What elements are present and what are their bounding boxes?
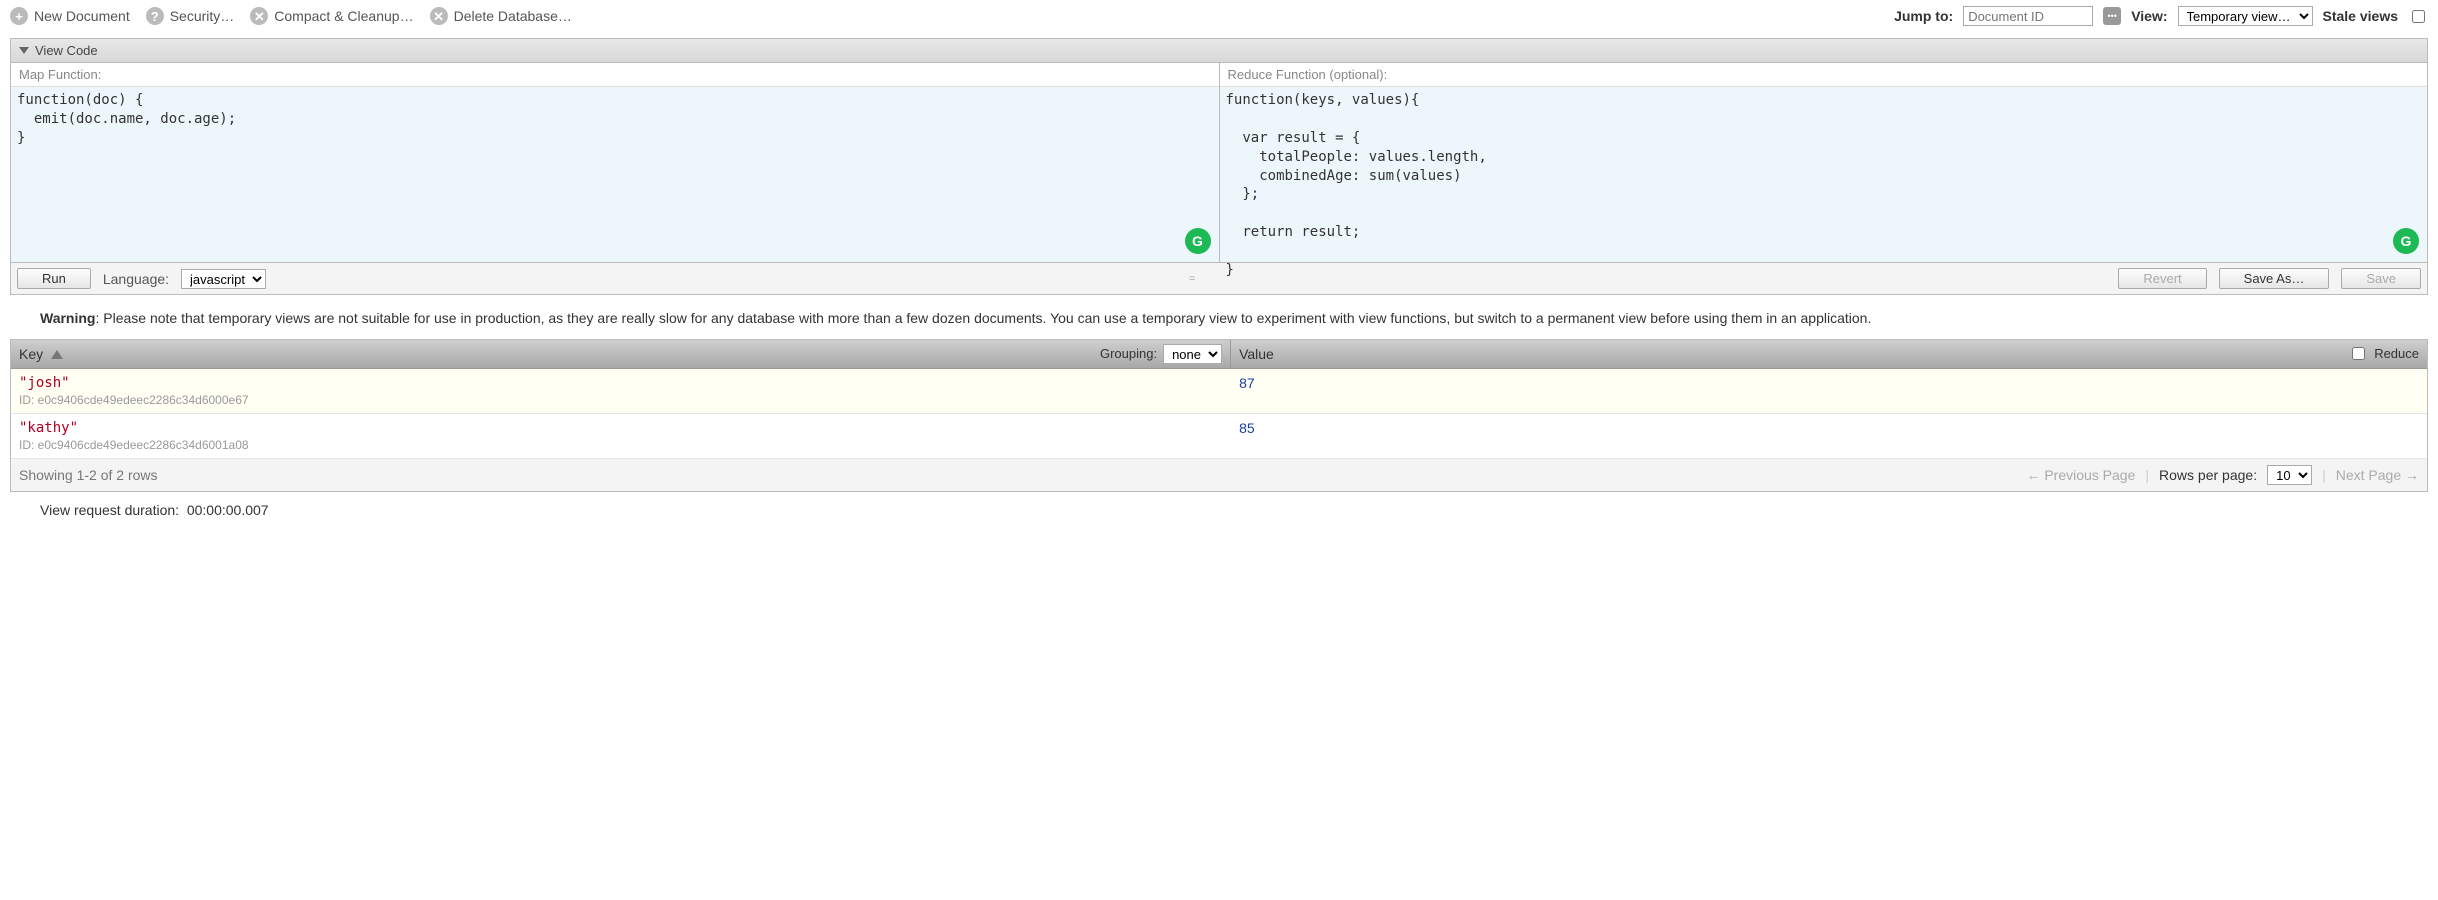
view-code-panel: View Code Map Function: function(doc) { …: [10, 38, 2428, 295]
temp-view-warning: Warning: Please note that temporary view…: [0, 295, 2438, 339]
chevron-down-icon: [19, 47, 29, 54]
previous-page-link[interactable]: ← Previous Page: [2026, 467, 2135, 483]
row-key: "josh": [19, 375, 1223, 391]
security-label: Security…: [170, 8, 235, 24]
cell-key: "josh" ID: e0c9406cde49edeec2286c34d6000e…: [11, 369, 1231, 413]
editor-row: Map Function: function(doc) { emit(doc.n…: [11, 63, 2427, 262]
duration-label: View request duration:: [40, 502, 179, 518]
next-page-link[interactable]: Next Page →: [2336, 467, 2419, 483]
jump-to-label: Jump to:: [1894, 8, 1953, 24]
map-code-area[interactable]: function(doc) { emit(doc.name, doc.age);…: [11, 87, 1219, 262]
rows-container: "josh" ID: e0c9406cde49edeec2286c34d6000e…: [11, 369, 2427, 459]
language-select[interactable]: javascript: [181, 269, 266, 289]
table-row[interactable]: "kathy" ID: e0c9406cde49edeec2286c34d6001…: [11, 414, 2427, 459]
delete-label: Delete Database…: [454, 8, 572, 24]
reduce-checkbox[interactable]: [2352, 347, 2365, 360]
row-id: ID: e0c9406cde49edeec2286c34d6001a08: [19, 438, 1223, 452]
map-code: function(doc) { emit(doc.name, doc.age);…: [11, 87, 1219, 152]
warning-label: Warning: [40, 310, 95, 326]
grouping-label: Grouping:: [1100, 346, 1157, 361]
toolbar-right: Jump to: ••• View: Temporary view… Stale…: [1894, 6, 2428, 26]
key-header-label: Key: [19, 346, 43, 362]
view-select[interactable]: Temporary view…: [2178, 6, 2313, 26]
results-panel: Key Grouping: none Value Reduce "josh" ID…: [10, 339, 2428, 492]
reduce-column: Reduce Function (optional): function(key…: [1219, 63, 2428, 262]
view-code-toggle[interactable]: View Code: [11, 39, 2427, 63]
grouping-select[interactable]: none: [1163, 344, 1222, 364]
map-function-label: Map Function:: [11, 63, 1219, 87]
key-column-header[interactable]: Key Grouping: none: [11, 340, 1231, 368]
grammarly-icon[interactable]: G: [1185, 228, 1211, 254]
pager-separator: |: [2145, 467, 2149, 483]
value-column-header: Value Reduce: [1231, 340, 2427, 368]
results-footer: Showing 1-2 of 2 rows ← Previous Page | …: [11, 459, 2427, 491]
rows-per-page-label: Rows per page:: [2159, 467, 2257, 483]
plus-icon: +: [10, 7, 28, 25]
table-row[interactable]: "josh" ID: e0c9406cde49edeec2286c34d6000e…: [11, 369, 2427, 414]
delete-icon: ✕: [430, 7, 448, 25]
sort-asc-icon: [51, 350, 63, 359]
reduce-code-area[interactable]: function(keys, values){ var result = { t…: [1220, 87, 2428, 262]
new-document-label: New Document: [34, 8, 130, 24]
security-icon: ?: [146, 7, 164, 25]
showing-rows-label: Showing 1-2 of 2 rows: [19, 467, 158, 483]
row-id: ID: e0c9406cde49edeec2286c34d6000e67: [19, 393, 1223, 407]
grammarly-icon[interactable]: G: [2393, 228, 2419, 254]
warning-text: : Please note that temporary views are n…: [95, 310, 1871, 326]
reduce-label: Reduce: [2374, 346, 2419, 361]
cell-value: 85: [1231, 414, 2427, 458]
reduce-function-label: Reduce Function (optional):: [1220, 63, 2428, 87]
pager: ← Previous Page | Rows per page: 10 | Ne…: [2026, 465, 2419, 485]
cell-value: 87: [1231, 369, 2427, 413]
stale-views-checkbox[interactable]: [2412, 10, 2425, 23]
view-code-header-label: View Code: [35, 43, 98, 58]
results-header: Key Grouping: none Value Reduce: [11, 340, 2427, 369]
splitter-grip-icon[interactable]: =: [1183, 273, 1201, 285]
document-id-input[interactable]: [1963, 6, 2093, 26]
compact-cleanup-button[interactable]: ✕ Compact & Cleanup…: [250, 7, 413, 25]
delete-database-button[interactable]: ✕ Delete Database…: [430, 7, 572, 25]
new-document-button[interactable]: + New Document: [10, 7, 130, 25]
language-label: Language:: [103, 271, 169, 287]
compact-label: Compact & Cleanup…: [274, 8, 413, 24]
stale-views-label: Stale views: [2323, 8, 2399, 24]
rows-per-page-select[interactable]: 10: [2267, 465, 2312, 485]
value-header-label: Value: [1239, 346, 1274, 362]
row-key: "kathy": [19, 420, 1223, 436]
reduce-code: function(keys, values){ var result = { t…: [1220, 87, 2428, 284]
security-button[interactable]: ? Security…: [146, 7, 235, 25]
pager-separator: |: [2322, 467, 2326, 483]
map-column: Map Function: function(doc) { emit(doc.n…: [11, 63, 1219, 262]
duration-value: 00:00:00.007: [187, 502, 269, 518]
cell-key: "kathy" ID: e0c9406cde49edeec2286c34d6001…: [11, 414, 1231, 458]
run-button[interactable]: Run: [17, 268, 91, 289]
top-toolbar: + New Document ? Security… ✕ Compact & C…: [0, 0, 2438, 32]
request-duration: View request duration: 00:00:00.007: [0, 492, 2438, 528]
compact-icon: ✕: [250, 7, 268, 25]
view-label: View:: [2131, 8, 2167, 24]
jump-go-button[interactable]: •••: [2103, 7, 2121, 25]
